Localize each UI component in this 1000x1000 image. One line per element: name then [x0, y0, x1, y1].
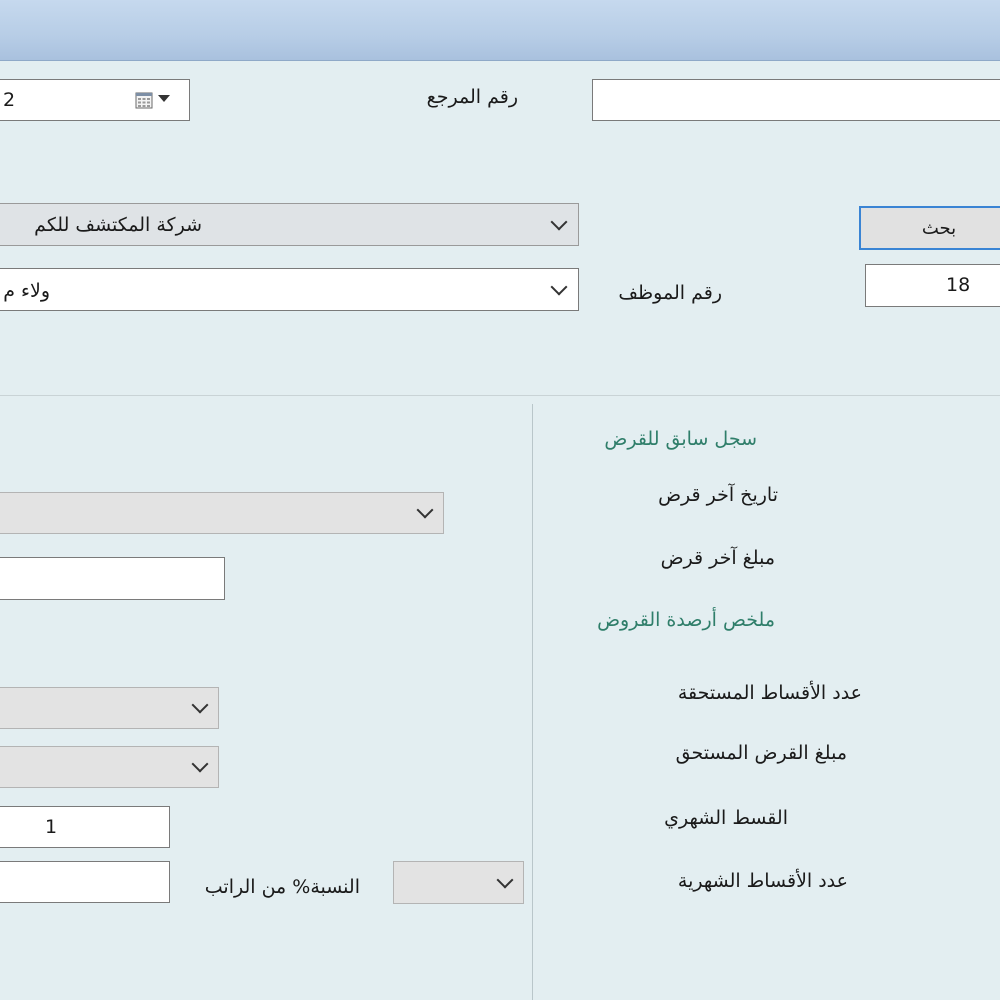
company-select[interactable]: شركة المكتشف للكم: [0, 203, 579, 246]
due-installments-label: عدد الأقساط المستحقة: [677, 682, 862, 704]
monthly-installment-label: القسط الشهري: [664, 807, 788, 829]
loan-history-title: سجل سابق للقرض: [604, 428, 757, 450]
chevron-down-icon: [496, 871, 514, 888]
date-picker[interactable]: 2: [0, 79, 190, 121]
last-loan-amount-label: مبلغ آخر قرض: [660, 547, 775, 569]
option-select-2[interactable]: [0, 746, 219, 788]
chevron-down-icon: [550, 213, 568, 230]
chevron-down-icon: [550, 278, 568, 295]
loan-amount-input[interactable]: [0, 557, 225, 600]
chevron-down-icon: [191, 696, 209, 714]
search-button[interactable]: بحث: [859, 206, 1000, 250]
chevron-down-icon: [191, 755, 209, 773]
employee-selected-value: ولاء م: [3, 280, 50, 302]
due-loan-amount-label: مبلغ القرض المستحق: [675, 742, 847, 764]
chevron-down-icon: [416, 501, 434, 519]
calendar-icon[interactable]: [135, 91, 153, 109]
loan-type-select[interactable]: [0, 492, 444, 534]
employee-number-input[interactable]: 18: [865, 264, 1000, 307]
option-select-1[interactable]: [0, 687, 219, 729]
percent-select[interactable]: [393, 861, 524, 904]
window-title-bar: [0, 0, 1000, 61]
salary-percent-label: النسبة% من الراتب: [204, 876, 360, 898]
ref-number-label: رقم المرجع: [426, 86, 518, 108]
installments-count-input[interactable]: 1: [0, 806, 170, 848]
company-selected-value: شركة المكتشف للكم: [34, 214, 202, 236]
monthly-installments-count-label: عدد الأقساط الشهرية: [677, 870, 848, 892]
installments-count-value: 1: [45, 816, 58, 838]
dropdown-arrow-icon[interactable]: [158, 95, 170, 102]
loan-balances-summary-title: ملخص أرصدة القروض: [597, 609, 775, 631]
employee-number-value: 18: [946, 274, 971, 296]
employee-number-label: رقم الموظف: [618, 282, 722, 304]
column-divider: [532, 404, 533, 1000]
section-divider: [0, 395, 1000, 396]
last-loan-date-label: تاريخ آخر قرض: [658, 484, 778, 506]
date-value: 2: [3, 88, 16, 111]
employee-select[interactable]: ولاء م: [0, 268, 579, 311]
salary-percent-input[interactable]: [0, 861, 170, 903]
ref-number-input[interactable]: [592, 79, 1000, 121]
